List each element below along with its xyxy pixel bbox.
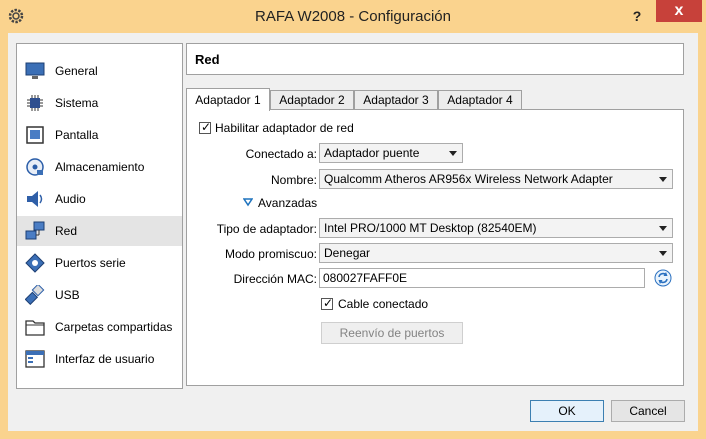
enable-adapter-label: Habilitar adaptador de red [215,121,354,135]
checkmark-icon: ✓ [201,120,212,134]
chevron-down-icon [659,226,667,231]
sidebar-item-general[interactable]: General [17,56,182,86]
sidebar-item-label: Interfaz de usuario [55,352,155,366]
tab-adaptador-1[interactable]: Adaptador 1 [186,88,270,111]
sidebar-item-carpetas-compartidas[interactable]: Carpetas compartidas [17,312,182,342]
adapter-type-select[interactable]: Intel PRO/1000 MT Desktop (82540EM) [319,218,673,238]
sidebar-item-usb[interactable]: USB [17,280,182,310]
chip-icon [25,93,45,113]
port-forwarding-button[interactable]: Reenvío de puertos [321,322,463,344]
cable-connected-label: Cable conectado [338,297,429,311]
sidebar-item-label: USB [55,288,80,302]
chevron-down-icon [659,177,667,182]
sidebar-item-label: Carpetas compartidas [55,320,173,334]
close-icon: x [674,2,684,19]
serial-port-icon [25,253,45,273]
sidebar-item-red[interactable]: Red [17,216,182,246]
tab-adaptador-3[interactable]: Adaptador 3 [354,90,438,109]
sidebar-item-pantalla[interactable]: Pantalla [17,120,182,150]
name-label: Nombre: [270,173,317,187]
attached-to-select[interactable]: Adaptador puente [319,143,463,163]
window-icon [25,349,45,369]
settings-window: RAFA W2008 - Configuración ? x General S… [0,0,706,439]
refresh-mac-icon[interactable] [654,269,672,287]
adapter-name-select[interactable]: Qualcomm Atheros AR956x Wireless Network… [319,169,673,189]
tab-adaptador-2[interactable]: Adaptador 2 [270,90,354,109]
promiscuous-mode-select[interactable]: Denegar [319,243,673,263]
help-button[interactable]: ? [625,6,649,26]
title-bar[interactable]: RAFA W2008 - Configuración ? x [0,0,706,33]
sidebar-item-label: Almacenamiento [55,160,145,174]
section-title: Red [186,43,684,75]
window-title: RAFA W2008 - Configuración [255,8,451,25]
sidebar-item-label: General [55,64,98,78]
adapter-type-label: Tipo de adaptador: [216,222,317,236]
sidebar-item-label: Audio [55,192,86,206]
settings-sidebar: General Sistema Pantalla Almacenamiento [16,43,183,389]
dialog-client: General Sistema Pantalla Almacenamiento [8,33,698,431]
sidebar-item-interfaz-de-usuario[interactable]: Interfaz de usuario [17,344,182,374]
speaker-icon [25,189,45,209]
adapter-type-value: Intel PRO/1000 MT Desktop (82540EM) [324,221,537,235]
sidebar-item-label: Pantalla [55,128,99,142]
expand-triangle-icon[interactable] [242,196,254,207]
disk-icon [25,157,45,177]
sidebar-item-label: Puertos serie [55,256,126,270]
mac-address-label: Dirección MAC: [233,272,317,286]
advanced-toggle[interactable]: Avanzadas [258,196,317,210]
sidebar-item-label: Red [55,224,78,238]
promiscuous-mode-label: Modo promiscuo: [224,247,317,261]
attached-to-label: Conectado a: [245,147,317,161]
sidebar-item-puertos-serie[interactable]: Puertos serie [17,248,182,278]
chevron-down-icon [659,251,667,256]
mac-address-input[interactable]: 080027FAFF0E [319,268,645,288]
sidebar-item-sistema[interactable]: Sistema [17,88,182,118]
display-icon [25,125,45,145]
network-icon [25,221,45,241]
folder-icon [25,317,45,337]
enable-adapter-checkbox[interactable]: ✓ [199,120,212,134]
sidebar-item-label: Sistema [55,96,99,110]
checkmark-icon: ✓ [323,296,334,310]
sidebar-item-almacenamiento[interactable]: Almacenamiento [17,152,182,182]
adapter-panel: ✓ Habilitar adaptador de red Conectado a… [186,109,684,386]
attached-to-value: Adaptador puente [324,146,420,160]
promiscuous-mode-value: Denegar [324,246,371,260]
cable-connected-checkbox[interactable]: ✓ [321,296,334,310]
adapter-name-value: Qualcomm Atheros AR956x Wireless Network… [324,172,613,186]
monitor-icon [25,61,45,81]
close-button[interactable]: x [656,0,702,22]
sidebar-item-audio[interactable]: Audio [17,184,182,214]
cancel-button[interactable]: Cancel [611,400,685,422]
usb-icon [25,285,45,305]
chevron-down-icon [449,151,457,156]
tab-adaptador-4[interactable]: Adaptador 4 [438,90,522,109]
ok-button[interactable]: OK [530,400,604,422]
